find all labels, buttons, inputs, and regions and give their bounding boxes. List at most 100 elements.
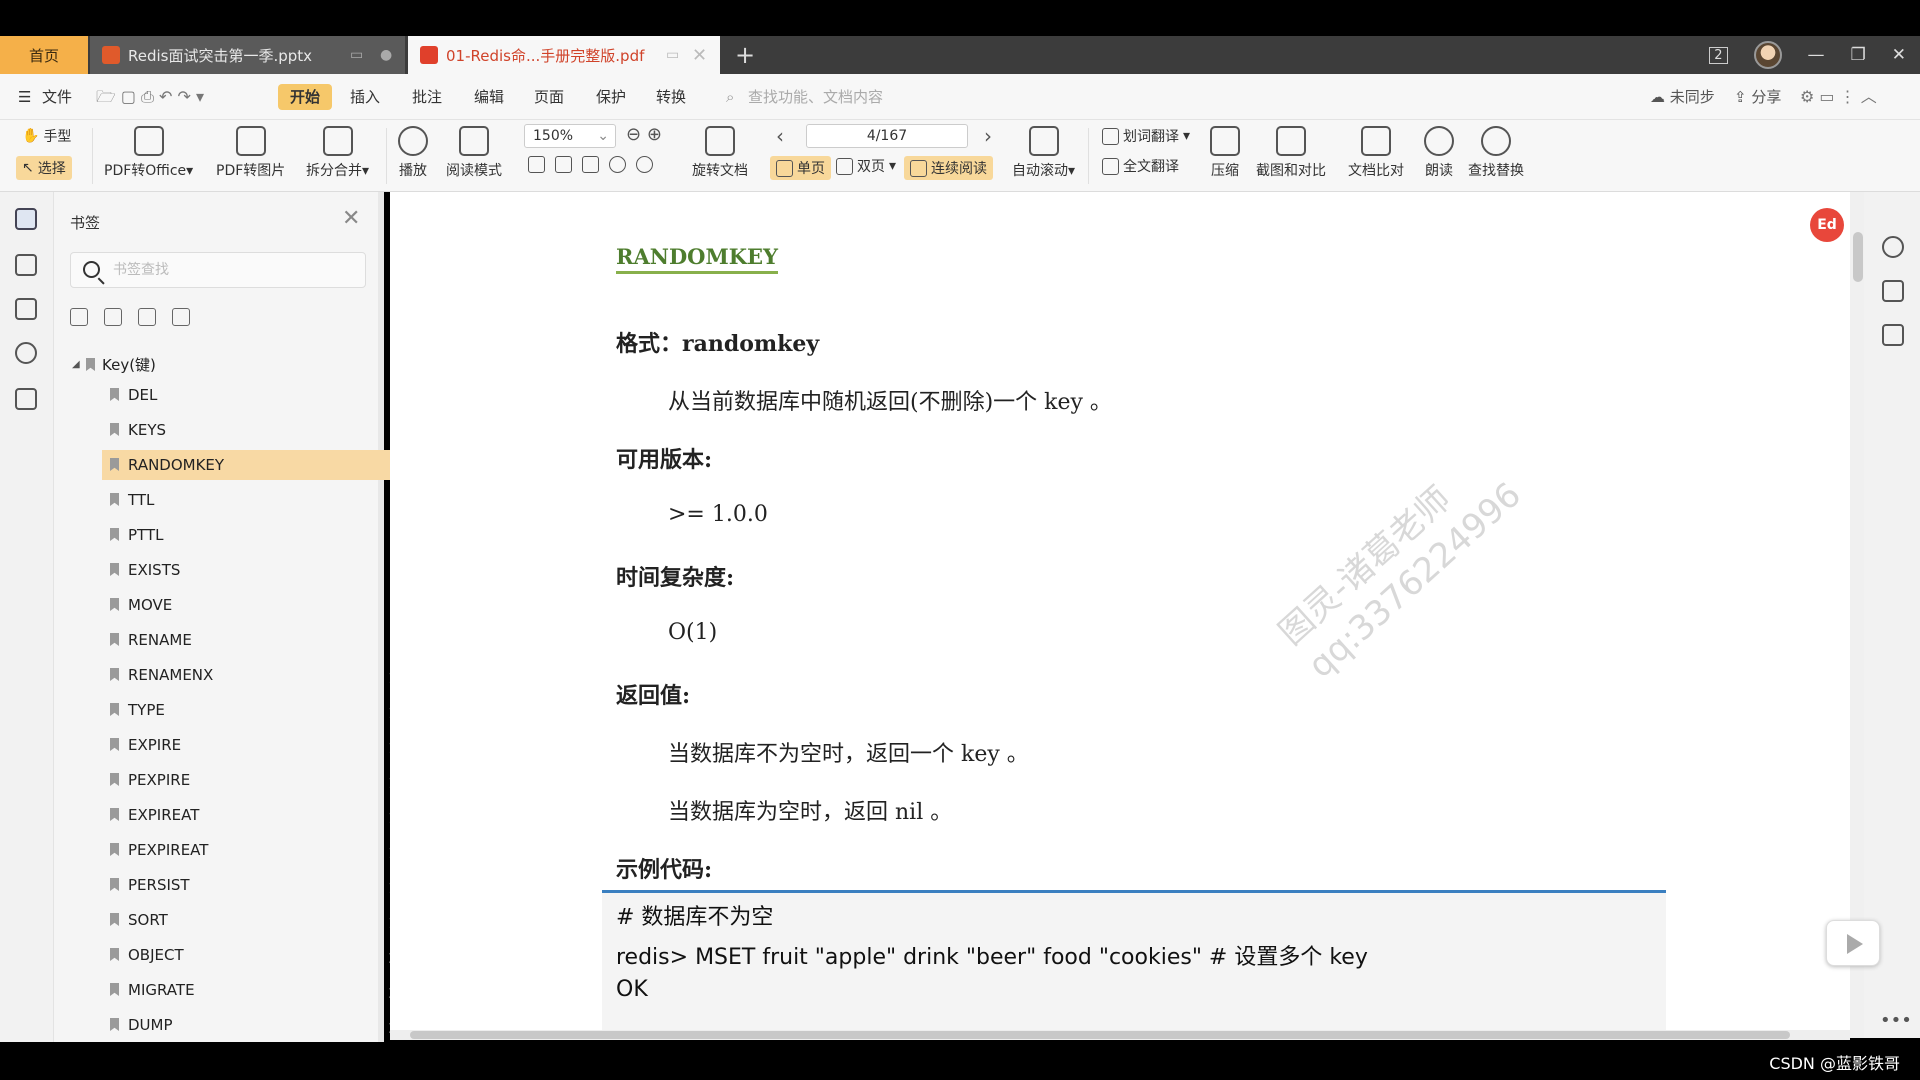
bookmark-item[interactable]: MOVE7 bbox=[102, 590, 414, 620]
tab-pptx[interactable]: Redis面试突击第一季.pptx ▭ ● bbox=[90, 36, 405, 74]
close-window-icon[interactable]: ✕ bbox=[1892, 45, 1906, 65]
bookmark-item[interactable]: SORT17 bbox=[102, 905, 414, 935]
play-button[interactable]: 播放 bbox=[398, 126, 428, 180]
vertical-scroll-thumb[interactable] bbox=[1853, 232, 1863, 282]
bookmark-root[interactable]: ◢ Key(键) 2 bbox=[72, 350, 414, 380]
bookmark-item[interactable]: DUMP27 bbox=[102, 1010, 414, 1040]
play-video-button[interactable] bbox=[1826, 920, 1880, 966]
translate-side-icon[interactable] bbox=[1882, 280, 1904, 302]
doc-compare-button[interactable]: 文档比对 bbox=[1348, 126, 1404, 180]
menu-start[interactable]: 开始 bbox=[278, 84, 333, 110]
settings-sliders-icon[interactable] bbox=[1882, 324, 1904, 346]
bookmark-search-input[interactable]: 书签查找 bbox=[70, 252, 366, 288]
fit-width-icon[interactable] bbox=[582, 156, 599, 173]
menu-annotate[interactable]: 批注 bbox=[412, 84, 442, 110]
add-bookmark-icon[interactable] bbox=[70, 308, 88, 326]
zoom-select[interactable]: 150% ⌄ bbox=[524, 124, 616, 148]
prev-page-icon[interactable]: ‹ bbox=[776, 124, 784, 148]
bookmark-item[interactable]: OBJECT24 bbox=[102, 940, 414, 970]
add-child-bookmark-icon[interactable] bbox=[104, 308, 122, 326]
full-translate-button[interactable]: 全文翻译 bbox=[1102, 156, 1179, 176]
bookmark-item[interactable]: RENAMENX10 bbox=[102, 660, 414, 690]
menu-protect[interactable]: 保护 bbox=[596, 84, 626, 110]
hand-tool-button[interactable]: ✋ 手型 bbox=[22, 126, 71, 146]
more-menu-icons[interactable]: ⚙ ▭ ⋮ ︿ bbox=[1800, 84, 1877, 110]
bookmark-item[interactable]: EXPIREAT15 bbox=[102, 800, 414, 830]
find-replace-button[interactable]: 查找替换 bbox=[1468, 126, 1524, 180]
rotate-right-icon[interactable] bbox=[636, 156, 653, 173]
zoom-in-icon[interactable]: ⊕ bbox=[647, 124, 662, 145]
attachment-icon[interactable] bbox=[15, 342, 37, 364]
read-mode-button[interactable]: 阅读模式 bbox=[446, 126, 502, 180]
hamburger-icon[interactable]: ☰ bbox=[18, 84, 31, 110]
bookmark-item[interactable]: TYPE11 bbox=[102, 695, 414, 725]
pdf-to-office-button[interactable]: PDF转Office▾ bbox=[104, 126, 193, 180]
doc-compare-label: 文档比对 bbox=[1348, 163, 1404, 179]
code-block: # 数据库不为空 redis> MSET fruit "apple" drink… bbox=[602, 890, 1666, 1038]
bookmark-settings-icon[interactable] bbox=[172, 308, 190, 326]
bookmark-item[interactable]: PEXPIRE14 bbox=[102, 765, 414, 795]
bookmark-item[interactable]: PERSIST16 bbox=[102, 870, 414, 900]
continuous-read-button[interactable]: 连续阅读 bbox=[904, 156, 993, 180]
more-options-icon[interactable]: ••• bbox=[1880, 1010, 1912, 1031]
menu-edit[interactable]: 编辑 bbox=[474, 84, 504, 110]
read-aloud-button[interactable]: 朗读 bbox=[1424, 126, 1454, 180]
horizontal-scroll-thumb[interactable] bbox=[410, 1031, 1790, 1039]
share-button[interactable]: ⇪ 分享 bbox=[1734, 84, 1781, 110]
delete-bookmark-icon[interactable] bbox=[138, 308, 156, 326]
menu-insert[interactable]: 插入 bbox=[350, 84, 380, 110]
zoom-buttons[interactable]: ⊖ ⊕ bbox=[626, 124, 662, 145]
comment-icon[interactable] bbox=[15, 298, 37, 320]
bookmark-item[interactable]: MIGRATE26 bbox=[102, 975, 414, 1005]
thumbnail-icon[interactable] bbox=[15, 254, 37, 276]
bookmark-icon[interactable] bbox=[15, 208, 37, 230]
word-translate-button[interactable]: 划词翻译 ▾ bbox=[1102, 126, 1190, 146]
restore-icon[interactable]: ❐ bbox=[1851, 45, 1866, 65]
compress-button[interactable]: 压缩 bbox=[1210, 126, 1240, 180]
fit-page-icon[interactable] bbox=[555, 156, 572, 173]
menu-page[interactable]: 页面 bbox=[534, 84, 564, 110]
menu-file[interactable]: 文件 bbox=[42, 84, 72, 110]
feature-search-input[interactable]: 查找功能、文档内容 bbox=[748, 84, 883, 110]
actual-size-icon[interactable] bbox=[528, 156, 545, 173]
bookmark-item[interactable]: PEXPIREAT16 bbox=[102, 835, 414, 865]
pdf-to-image-button[interactable]: PDF转图片 bbox=[216, 126, 285, 180]
close-tab-icon[interactable]: ✕ bbox=[692, 45, 707, 66]
close-icon[interactable]: ✕ bbox=[342, 206, 360, 231]
bookmark-item[interactable]: TTL5 bbox=[102, 485, 414, 515]
bookmark-item[interactable]: DEL2 bbox=[102, 380, 414, 410]
tab-home[interactable]: 首页 bbox=[0, 36, 88, 74]
single-page-button[interactable]: 单页 bbox=[770, 156, 831, 180]
select-tool-button[interactable]: ↖ 选择 bbox=[16, 156, 72, 180]
edit-badge-icon[interactable]: Ed bbox=[1810, 208, 1844, 242]
menu-convert[interactable]: 转换 bbox=[656, 84, 686, 110]
add-tab-icon[interactable]: + bbox=[730, 40, 760, 70]
bookmark-item[interactable]: KEYS3 bbox=[102, 415, 414, 445]
bookmark-item[interactable]: EXISTS7 bbox=[102, 555, 414, 585]
page-number-input[interactable]: 4/167 bbox=[806, 124, 968, 148]
auto-scroll-button[interactable]: 自动滚动▾ bbox=[1012, 126, 1075, 180]
zoom-out-icon[interactable]: ⊖ bbox=[626, 124, 641, 145]
double-page-button[interactable]: 双页 ▾ bbox=[836, 156, 896, 176]
signature-icon[interactable] bbox=[15, 388, 37, 410]
tab-pin-icon[interactable]: ▭ bbox=[350, 47, 363, 63]
bookmark-item[interactable]: RENAME9 bbox=[102, 625, 414, 655]
split-merge-button[interactable]: 拆分合并▾ bbox=[306, 126, 369, 180]
bookmark-item[interactable]: EXPIRE12 bbox=[102, 730, 414, 760]
bookmark-item[interactable]: PTTL6 bbox=[102, 520, 414, 550]
avatar[interactable] bbox=[1753, 41, 1782, 69]
rotate-doc-button[interactable]: 旋转文档 bbox=[692, 126, 748, 180]
vertical-scrollbar[interactable] bbox=[1850, 192, 1864, 1038]
screenshot-compare-button[interactable]: 截图和对比 bbox=[1256, 126, 1326, 180]
quick-access-icons[interactable]: 🗁 ▢ ⎙ ↶ ↷ ▾ bbox=[96, 84, 204, 110]
page-indicator[interactable]: 2 bbox=[1709, 46, 1728, 64]
tab-pdf[interactable]: 01-Redis命...手册完整版.pdf ▭ ✕ bbox=[408, 36, 720, 74]
next-page-icon[interactable]: › bbox=[984, 124, 992, 148]
sync-status[interactable]: ☁ 未同步 bbox=[1650, 84, 1715, 110]
minimize-icon[interactable]: — bbox=[1808, 45, 1825, 65]
collapse-arrow-icon[interactable]: ◢ bbox=[72, 350, 80, 380]
rotate-left-icon[interactable] bbox=[609, 156, 626, 173]
tab-pin-icon[interactable]: ▭ bbox=[666, 47, 679, 63]
ai-search-icon[interactable] bbox=[1882, 236, 1904, 258]
bookmark-item[interactable]: RANDOMKEY4 bbox=[102, 450, 414, 480]
